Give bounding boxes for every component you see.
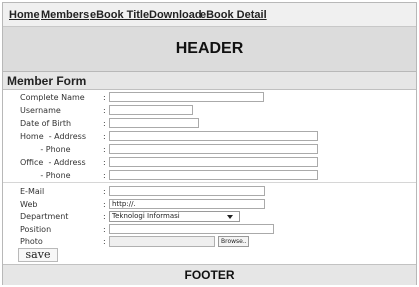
row-complete-name: Complete Name : <box>3 91 416 104</box>
position-input[interactable] <box>109 224 274 234</box>
chevron-down-icon <box>227 215 233 219</box>
nav-link-ebook-detail[interactable]: eBook Detail <box>200 9 267 21</box>
row-photo: Photo : Browse.. <box>3 235 416 248</box>
label-photo: Photo <box>20 237 43 246</box>
colon: : <box>103 212 106 221</box>
home-address-input[interactable] <box>109 131 318 141</box>
username-input[interactable] <box>109 105 193 115</box>
colon: : <box>103 187 106 196</box>
label-username: Username <box>20 106 61 115</box>
row-office-address: Office - Address : <box>3 156 416 169</box>
colon: : <box>103 237 106 246</box>
row-email: E-Mail : <box>3 185 416 198</box>
row-home-phone: - Phone : <box>3 143 416 156</box>
label-dob: Date of Birth <box>20 119 72 128</box>
footer-banner: FOOTER <box>3 264 416 285</box>
label-home-address: Home - Address <box>20 132 86 141</box>
label-complete-name: Complete Name <box>20 93 85 102</box>
top-nav: Home Members eBook Title Download eBook … <box>3 3 416 27</box>
colon: : <box>103 158 106 167</box>
divider <box>3 182 416 183</box>
header-banner: HEADER <box>3 27 416 72</box>
email-input[interactable] <box>109 186 265 196</box>
colon: : <box>103 119 106 128</box>
save-button[interactable]: save <box>18 248 58 262</box>
home-phone-input[interactable] <box>109 144 318 154</box>
photo-file-input[interactable] <box>109 236 215 247</box>
colon: : <box>103 106 106 115</box>
row-username: Username : <box>3 104 416 117</box>
nav-link-ebook-title[interactable]: eBook Title <box>90 9 149 21</box>
department-select[interactable]: Teknologi Informasi <box>109 211 240 222</box>
row-department: Department : Teknologi Informasi <box>3 210 416 223</box>
form-title: Member Form <box>3 72 416 90</box>
label-department: Department <box>20 212 69 221</box>
row-office-phone: - Phone : <box>3 169 416 182</box>
department-selected-value: Teknologi Informasi <box>112 212 180 220</box>
label-home-phone: - Phone <box>20 145 71 154</box>
row-dob: Date of Birth : <box>3 117 416 130</box>
browse-button[interactable]: Browse.. <box>218 236 249 247</box>
label-email: E-Mail <box>20 187 45 196</box>
dob-input[interactable] <box>109 118 199 128</box>
colon: : <box>103 93 106 102</box>
office-address-input[interactable] <box>109 157 318 167</box>
colon: : <box>103 145 106 154</box>
office-phone-input[interactable] <box>109 170 318 180</box>
label-office-address: Office - Address <box>20 158 86 167</box>
row-home-address: Home - Address : <box>3 130 416 143</box>
page: Home Members eBook Title Download eBook … <box>2 2 417 285</box>
nav-link-download[interactable]: Download <box>149 9 202 21</box>
colon: : <box>103 171 106 180</box>
complete-name-input[interactable] <box>109 92 264 102</box>
nav-link-members[interactable]: Members <box>41 9 89 21</box>
colon: : <box>103 132 106 141</box>
nav-link-home[interactable]: Home <box>9 9 40 21</box>
web-input[interactable]: http://. <box>109 199 265 209</box>
label-office-phone: - Phone <box>20 171 71 180</box>
